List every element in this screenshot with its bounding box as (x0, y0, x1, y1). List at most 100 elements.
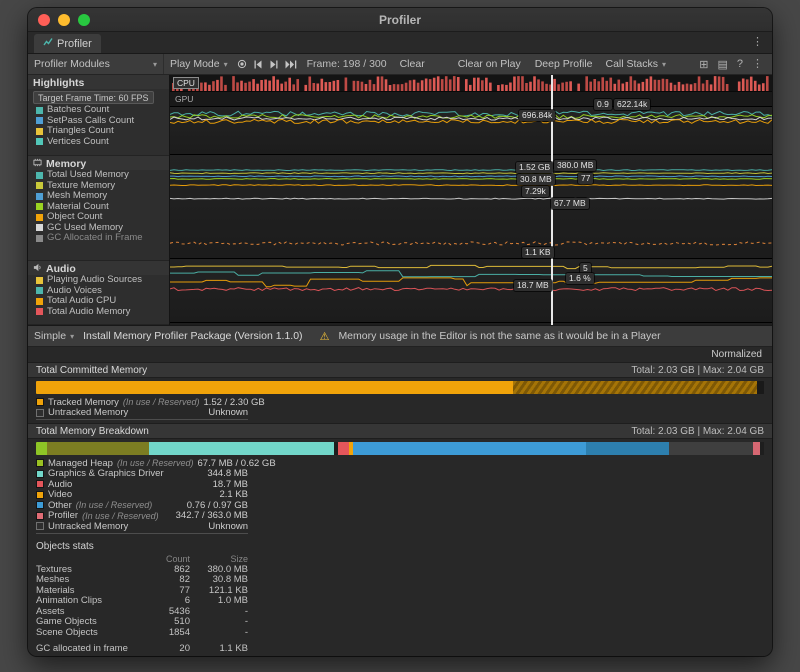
record-icon[interactable] (237, 59, 247, 69)
objects-stats-row-animation-clips[interactable]: Animation Clips61.0 MB (36, 596, 248, 607)
chevron-down-icon: ▾ (153, 60, 157, 69)
breakdown-legend-audio[interactable]: Audio18.7 MB (36, 479, 248, 490)
next-frame-icon[interactable] (269, 60, 279, 69)
counter-color-swatch (36, 224, 43, 231)
breakdown-legend-graphics-graphics-driver[interactable]: Graphics & Graphics Driver344.8 MB (36, 469, 248, 480)
counter-color-swatch (36, 277, 43, 284)
counter-total-used-memory[interactable]: Total Used Memory (28, 170, 169, 181)
legend-label: Managed Heap (48, 458, 113, 469)
tab-profiler[interactable]: Profiler (34, 34, 101, 53)
breakdown-legend: Managed Heap(In use / Reserved)67.7 MB /… (36, 458, 248, 534)
committed-memory-header: Total Committed Memory Total: 2.03 GB | … (28, 362, 772, 378)
chevron-down-icon: ▾ (70, 332, 74, 341)
legend-label: Untracked Memory (48, 521, 128, 532)
legend-color-swatch (36, 522, 44, 530)
save-layout-icon[interactable]: ▤ (717, 58, 727, 71)
chart-band-audio[interactable] (170, 259, 772, 323)
profiler-modules-dropdown[interactable]: Profiler Modules▾ (28, 54, 164, 74)
maximize-button[interactable] (78, 14, 90, 26)
install-package-link[interactable]: Install Memory Profiler Package (Version… (83, 330, 302, 342)
objects-stats-row-textures[interactable]: Textures862380.0 MB (36, 564, 248, 575)
breakdown-legend-other[interactable]: Other(In use / Reserved)0.76 / 0.97 GB (36, 500, 248, 511)
objects-stats-row-materials[interactable]: Materials77121.1 KB (36, 585, 248, 596)
legend-color-swatch (36, 470, 44, 478)
gpu-frame-chart[interactable]: GPU (170, 91, 772, 106)
window-title: Profiler (28, 13, 772, 27)
stat-label: Scene Objects (36, 627, 142, 638)
prev-frame-icon[interactable] (253, 60, 263, 69)
stat-label: GC allocated in frame (36, 643, 142, 654)
clear-on-play-button[interactable]: Clear on Play (458, 58, 521, 70)
chart-column: CPU GPU 0.9622.14k696.84k1.52 GB380.0 MB… (170, 75, 772, 325)
breakdown-segment (338, 442, 349, 455)
committed-legend-untracked-memory[interactable]: Untracked MemoryUnknown (36, 408, 248, 419)
counter-label: Object Count (47, 212, 102, 222)
expand-panels-icon[interactable]: ⊞ (699, 58, 708, 71)
breakdown-legend-profiler[interactable]: Profiler(In use / Reserved)342.7 / 363.0… (36, 511, 248, 522)
memory-module-toolbar: Simple▾ Install Memory Profiler Package … (28, 325, 772, 347)
legend-value: 2.1 KB (219, 489, 248, 500)
counter-total-audio-memory[interactable]: Total Audio Memory (28, 307, 169, 318)
play-mode-dropdown[interactable]: Play Mode▾ (164, 54, 234, 74)
profiler-content: Highlights Target Frame Time: 60 FPSBatch… (28, 75, 772, 325)
counter-playing-audio-sources[interactable]: Playing Audio Sources (28, 275, 169, 286)
module-header-highlights[interactable]: Highlights (28, 75, 169, 89)
chart-value-badge: 1.6 % (566, 273, 594, 284)
legend-note: (In use / Reserved) (123, 397, 200, 407)
traffic-lights (38, 14, 90, 26)
legend-color-swatch (36, 398, 44, 406)
counter-color-swatch (36, 203, 43, 210)
normalized-toggle[interactable]: Normalized (711, 349, 762, 360)
counter-color-swatch (36, 298, 43, 305)
breakdown-legend-video[interactable]: Video 2.1 KB (36, 490, 248, 501)
stat-count: 862 (142, 564, 190, 575)
current-frame-icon[interactable] (285, 60, 298, 69)
view-mode-dropdown[interactable]: Simple▾ (34, 326, 74, 346)
section-title: Total Memory Breakdown (36, 426, 149, 437)
counter-object-count[interactable]: Object Count (28, 212, 169, 223)
counter-total-audio-cpu[interactable]: Total Audio CPU (28, 296, 169, 307)
breakdown-segment (36, 442, 47, 455)
objects-stats-row-meshes[interactable]: Meshes8230.8 MB (36, 575, 248, 586)
frame-counter: Frame: 198 / 300 (307, 58, 387, 70)
target-frame-time-button[interactable]: Target Frame Time: 60 FPS (33, 91, 154, 104)
objects-stats-row-game-objects[interactable]: Game Objects510- (36, 617, 248, 628)
stat-size: - (190, 627, 248, 638)
stat-count: 77 (142, 585, 190, 596)
module-title: Audio (46, 263, 76, 275)
objects-stats-row-scene-objects[interactable]: Scene Objects1854- (36, 627, 248, 638)
legend-label: Tracked Memory (48, 397, 119, 408)
committed-legend-tracked-memory[interactable]: Tracked Memory(In use / Reserved)1.52 / … (36, 397, 248, 408)
counter-gc-allocated-in-frame[interactable]: GC Allocated in Frame (28, 233, 169, 244)
chart-value-badge: 67.7 MB (551, 198, 589, 209)
cpu-label[interactable]: CPU (173, 77, 199, 89)
legend-label: Video (48, 489, 72, 500)
objects-stats-row-assets[interactable]: Assets5436- (36, 606, 248, 617)
profiler-charts[interactable]: 0.9622.14k696.84k1.52 GB380.0 MB30.8 MB7… (170, 107, 772, 325)
chart-band-memory[interactable] (170, 155, 772, 259)
counter-batches-count[interactable]: Batches Count (28, 105, 169, 116)
module-header-audio[interactable]: Audio (28, 261, 169, 275)
breakdown-legend-managed-heap[interactable]: Managed Heap(In use / Reserved)67.7 MB /… (36, 458, 248, 469)
frame-timeline-strip[interactable]: CPU GPU (170, 75, 772, 107)
breakdown-legend-untracked-memory[interactable]: Untracked MemoryUnknown (36, 521, 248, 532)
counter-vertices-count[interactable]: Vertices Count (28, 137, 169, 148)
counter-mesh-memory[interactable]: Mesh Memory (28, 191, 169, 202)
close-button[interactable] (38, 14, 50, 26)
call-stacks-dropdown[interactable]: Call Stacks▾ (600, 54, 673, 74)
gpu-label[interactable]: GPU (175, 94, 193, 104)
warning-text: Memory usage in the Editor is not the sa… (338, 330, 660, 342)
clear-button[interactable]: Clear (400, 58, 425, 70)
legend-label: Other (48, 500, 72, 511)
window-menu-icon[interactable]: ⋮ (752, 59, 763, 70)
module-header-memory[interactable]: Memory (28, 156, 169, 170)
cpu-frame-chart[interactable]: CPU (170, 75, 772, 91)
objects-stats: Objects stats Count Size Textures862380.… (36, 541, 764, 655)
pane-menu-icon[interactable]: ⋮ (752, 37, 763, 48)
objects-stats-row-gc-allocated-in-frame[interactable]: GC allocated in frame201.1 KB (36, 644, 248, 655)
minimize-button[interactable] (58, 14, 70, 26)
help-icon[interactable]: ? (737, 58, 743, 70)
counter-triangles-count[interactable]: Triangles Count (28, 126, 169, 137)
deep-profile-button[interactable]: Deep Profile (535, 58, 593, 70)
chart-band-highlights[interactable] (170, 107, 772, 155)
